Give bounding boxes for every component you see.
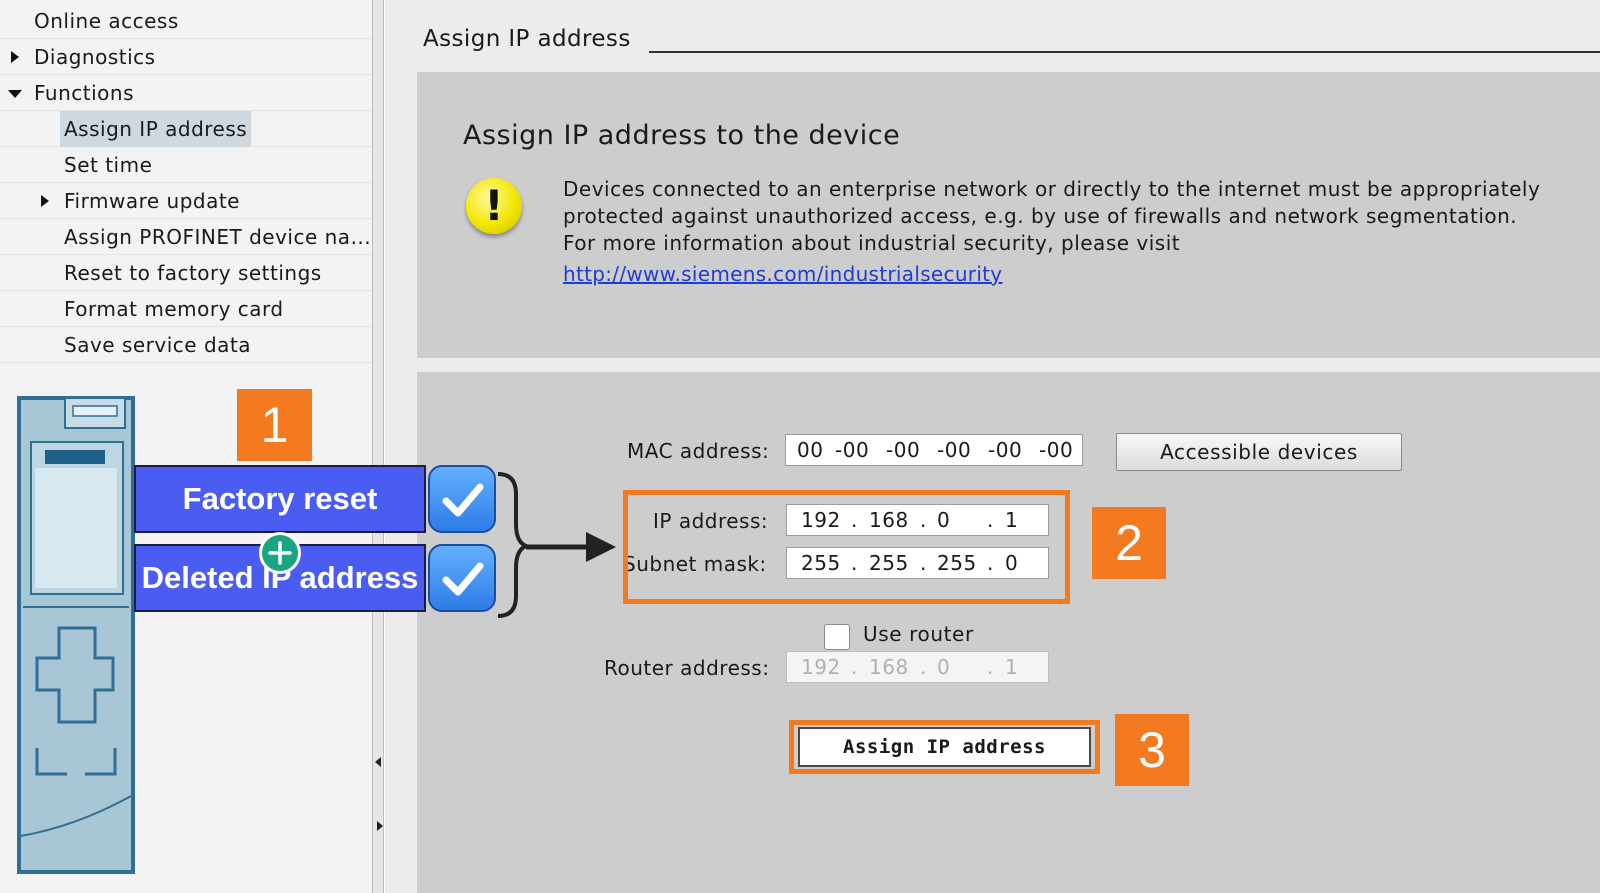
nav-item-online-access[interactable]: Online access	[0, 3, 372, 39]
security-notice-text: Devices connected to an enterprise netwo…	[563, 176, 1563, 257]
mac-octet: -00	[1039, 438, 1074, 462]
step2-badge: 2	[1092, 507, 1166, 579]
router-octet: 192	[801, 655, 841, 679]
nav-item-reset-factory-settings[interactable]: Reset to factory settings	[0, 255, 372, 291]
plus-icon	[259, 532, 301, 574]
nav-item-label: Firmware update	[64, 189, 240, 213]
mac-octet: 00	[797, 438, 824, 462]
nav-item-firmware-update[interactable]: Firmware update	[0, 183, 372, 219]
section-title: Assign IP address	[423, 26, 631, 52]
checkmark-icon	[428, 465, 496, 533]
nav-item-diagnostics[interactable]: Diagnostics	[0, 39, 372, 75]
notice-line: Devices connected to an enterprise netwo…	[563, 177, 1541, 201]
nav-item-label: Assign IP address	[60, 111, 252, 147]
nav-item-label: Reset to factory settings	[64, 261, 322, 285]
router-dot: .	[920, 655, 927, 679]
main-panel: Assign IP address Assign IP address to t…	[385, 0, 1600, 893]
plc-device-illustration	[17, 396, 135, 874]
expand-arrow-icon[interactable]	[41, 195, 49, 207]
mac-octet: -00	[937, 438, 972, 462]
brace-arrow-icon	[497, 472, 616, 618]
step2-highlight-frame	[623, 490, 1070, 604]
checkmark-icon	[428, 544, 496, 612]
router-octet: 1	[1005, 655, 1019, 679]
nav-item-label: Assign PROFINET device na...	[64, 225, 372, 249]
factory-reset-callout: Factory reset	[134, 465, 426, 533]
mac-octet: -00	[835, 438, 870, 462]
mac-address-label: MAC address:	[627, 439, 770, 463]
mac-address-field[interactable]: 00 -00 -00 -00 -00 -00	[785, 434, 1083, 466]
router-address-field: 192 . 168 . 0 . 1	[786, 651, 1049, 683]
nav-item-label: Format memory card	[64, 297, 284, 321]
step3-highlight-frame	[789, 720, 1100, 774]
use-router-label: Use router	[863, 622, 974, 646]
mac-octet: -00	[886, 438, 921, 462]
panel-heading: Assign IP address to the device	[463, 120, 901, 151]
accessible-devices-button[interactable]: Accessible devices	[1116, 433, 1402, 471]
nav-item-label: Set time	[64, 153, 153, 177]
notice-line: protected against unauthorized access, e…	[563, 204, 1518, 228]
warning-icon: !	[466, 178, 522, 234]
nav-item-label: Save service data	[64, 333, 251, 357]
nav-item-label: Online access	[34, 9, 179, 33]
nav-item-functions[interactable]: Functions	[0, 75, 372, 111]
expand-right-icon[interactable]	[377, 821, 383, 831]
nav-item-save-service-data[interactable]: Save service data	[0, 327, 372, 363]
nav-item-format-memory-card[interactable]: Format memory card	[0, 291, 372, 327]
collapse-left-icon[interactable]	[375, 757, 381, 767]
router-dot: .	[987, 655, 994, 679]
nav-item-set-time[interactable]: Set time	[0, 147, 372, 183]
notice-line: For more information about industrial se…	[563, 231, 1181, 255]
step1-badge: 1	[237, 389, 312, 461]
router-address-label: Router address:	[604, 656, 770, 680]
nav-item-assign-ip-address[interactable]: Assign IP address	[0, 111, 372, 147]
nav-item-label: Diagnostics	[34, 45, 156, 69]
router-octet: 168	[869, 655, 909, 679]
nav-item-assign-profinet-device-name[interactable]: Assign PROFINET device na...	[0, 219, 372, 255]
industrial-security-link[interactable]: http://www.siemens.com/industrialsecurit…	[563, 262, 1002, 286]
use-router-checkbox[interactable]	[824, 624, 850, 650]
expand-arrow-icon[interactable]	[11, 51, 19, 63]
collapse-arrow-icon[interactable]	[8, 90, 22, 98]
title-divider	[649, 51, 1600, 53]
router-octet: 0	[937, 655, 951, 679]
nav-splitter[interactable]	[372, 0, 384, 893]
nav-item-label: Functions	[34, 81, 134, 105]
router-dot: .	[851, 655, 858, 679]
step3-badge: 3	[1115, 714, 1189, 786]
mac-octet: -00	[988, 438, 1023, 462]
